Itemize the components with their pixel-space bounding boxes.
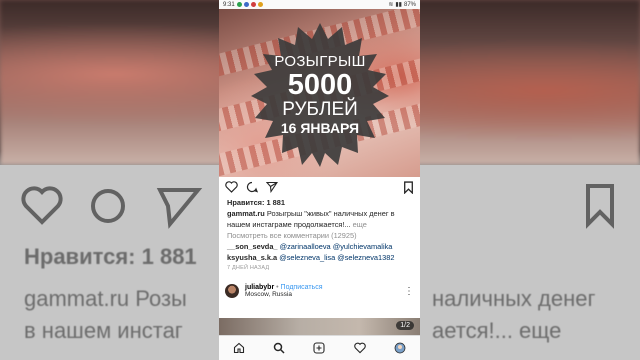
- search-icon[interactable]: [273, 342, 285, 354]
- profile-icon[interactable]: [394, 342, 406, 354]
- activity-heart-icon[interactable]: [353, 342, 366, 354]
- background-likes: Нравится: 1 881: [24, 244, 197, 269]
- separator-dot: •: [276, 284, 279, 291]
- notification-icon: [236, 2, 242, 7]
- post-time: 7 ДНЕЙ НАЗАД: [227, 265, 270, 271]
- comment-text[interactable]: @zarinaalloeva @yulchievamalika: [280, 242, 393, 251]
- carousel-pager: 1/2: [396, 321, 414, 330]
- follow-button[interactable]: Подписаться: [281, 284, 323, 291]
- background-caption-line2: в нашем инстаг: [24, 318, 183, 343]
- bookmark-icon[interactable]: [403, 180, 414, 194]
- background-caption-line1b: наличных денег: [432, 286, 596, 311]
- comment-row: ksyusha_s.k.a @selezneva_lisa @selezneva…: [227, 252, 412, 263]
- comment-user[interactable]: ksyusha_s.k.a: [227, 253, 277, 262]
- caption-more-link[interactable]: еще: [353, 220, 367, 229]
- next-post-author-block: juliabybr • Подписаться Moscow, Russia: [245, 284, 404, 298]
- notification-icon: [257, 2, 263, 7]
- share-icon[interactable]: [266, 181, 278, 193]
- promo-currency: РУБЛЕЙ: [282, 98, 358, 120]
- promo-title: РОЗЫГРЫШ: [274, 52, 366, 70]
- phone-screen: 9:31 ≋ ▮▮ 87% РОЗЫГРЫШ 5000 РУБЛЕЙ 16 ЯН…: [219, 0, 420, 360]
- caption-author[interactable]: gammat.ru: [227, 209, 265, 218]
- battery-level: 87%: [403, 1, 416, 8]
- caption: gammat.ru Розыгрыш "живых" наличных дене…: [227, 208, 412, 230]
- background-caption-line1: gammat.ru Розы: [24, 286, 187, 311]
- comment-row: __son_sevda_ @zarinaalloeva @yulchievama…: [227, 241, 412, 252]
- post-image[interactable]: РОЗЫГРЫШ 5000 РУБЛЕЙ 16 ЯНВАРЯ: [219, 9, 420, 177]
- status-time: 9:31: [223, 1, 235, 8]
- wifi-icon: ≋: [388, 2, 394, 8]
- promo-amount: 5000: [287, 68, 353, 101]
- promo-text: РОЗЫГРЫШ 5000 РУБЛЕЙ 16 ЯНВАРЯ: [247, 21, 393, 167]
- home-icon[interactable]: [233, 342, 245, 354]
- avatar[interactable]: [225, 284, 239, 298]
- next-post-header: juliabybr • Подписаться Moscow, Russia ⋮: [219, 280, 420, 302]
- new-post-icon[interactable]: [313, 342, 326, 354]
- next-post-image[interactable]: [219, 318, 420, 336]
- comment-icon[interactable]: [246, 181, 258, 193]
- status-bar: 9:31 ≋ ▮▮ 87%: [219, 0, 420, 9]
- notification-icon: [243, 2, 249, 7]
- comment-text[interactable]: @selezneva_lisa @selezneva1382: [279, 253, 394, 262]
- notification-icon: [250, 2, 256, 7]
- next-post-username[interactable]: juliabybr: [245, 284, 274, 291]
- promo-date: 16 ЯНВАРЯ: [280, 119, 360, 136]
- post-actions: [219, 177, 420, 197]
- more-options-icon[interactable]: ⋮: [404, 286, 414, 297]
- background-caption-line2b: ается!... еще: [432, 318, 562, 343]
- like-heart-icon[interactable]: [225, 181, 238, 193]
- likes-count[interactable]: Нравится: 1 881: [227, 197, 412, 208]
- comment-user[interactable]: __son_sevda_: [227, 242, 278, 251]
- signal-icon: ▮▮: [395, 2, 402, 8]
- bottom-navigation: [219, 335, 420, 360]
- next-post-location[interactable]: Moscow, Russia: [245, 291, 404, 298]
- view-comments-link[interactable]: Посмотреть все комментарии (12925): [227, 230, 412, 241]
- post-details: Нравится: 1 881 gammat.ru Розыгрыш "живы…: [219, 197, 420, 274]
